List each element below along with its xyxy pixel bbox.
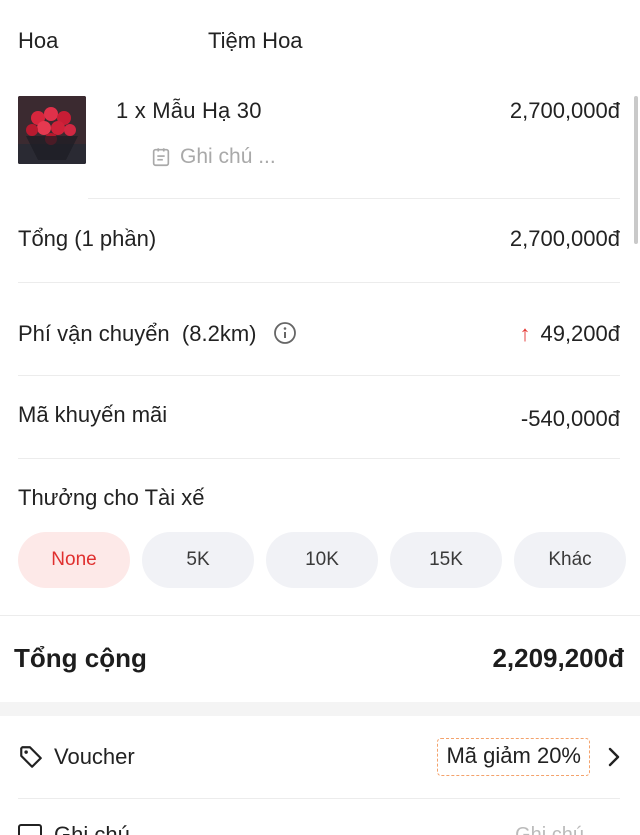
- note-placeholder: Ghi chú ...: [180, 145, 276, 168]
- note-icon: [152, 148, 170, 167]
- promo-value: -540,000đ: [520, 406, 620, 431]
- total-row: Tổng cộng 2,209,200đ: [0, 616, 640, 702]
- tip-option-15k[interactable]: 15K: [390, 532, 502, 588]
- tip-option-none[interactable]: None: [18, 532, 130, 588]
- shipping-label-group: Phí vận chuyển (8.2km): [18, 321, 297, 347]
- voucher-row[interactable]: Voucher Mã giảm 20%: [0, 716, 640, 798]
- calendar-icon: [18, 824, 42, 835]
- shipping-row: Phí vận chuyển (8.2km) ↑ 49,200đ: [0, 283, 640, 375]
- tip-option-other[interactable]: Khác: [514, 532, 626, 588]
- item-price: 2,700,000đ: [509, 98, 620, 123]
- voucher-badge[interactable]: Mã giảm 20%: [437, 738, 590, 776]
- note-button[interactable]: Ghi chú ...: [150, 144, 276, 170]
- note-row-label: Ghi chú: [54, 822, 130, 835]
- tag-icon: [20, 746, 42, 768]
- section-gap: [0, 702, 640, 716]
- cart-item[interactable]: 1 x Mẫu Hạ 30 2,700,000đ Ghi chú ...: [0, 78, 640, 200]
- voucher-label: Voucher: [54, 744, 135, 769]
- subtotal-row: Tổng (1 phần) 2,700,000đ: [0, 200, 640, 282]
- tip-row: Thưởng cho Tài xế: [0, 459, 640, 529]
- shop-name[interactable]: Tiệm Hoa: [208, 28, 303, 54]
- shipping-distance: (8.2km): [181, 321, 257, 346]
- item-name[interactable]: 1 x Mẫu Hạ 30: [116, 98, 262, 124]
- scrollbar[interactable]: [634, 96, 638, 244]
- product-thumbnail[interactable]: [18, 96, 86, 164]
- shipping-value-group: ↑ 49,200đ: [519, 321, 620, 347]
- store-header: Hoa Tiệm Hoa: [0, 0, 640, 78]
- note-row[interactable]: Ghi chú Ghi chú: [0, 798, 640, 835]
- tip-options: None 5K 10K 15K Khác: [18, 532, 640, 592]
- info-icon[interactable]: [273, 321, 297, 345]
- note-row-hint: Ghi chú: [515, 824, 584, 835]
- bouquet-image: [18, 96, 86, 164]
- divider: [88, 198, 620, 199]
- shipping-value: 49,200đ: [540, 321, 620, 346]
- tip-label: Thưởng cho Tài xế: [18, 485, 205, 510]
- category-label: Hoa: [18, 28, 59, 53]
- promo-row: Mã khuyến mãi -540,000đ: [0, 376, 640, 458]
- subtotal-value: 2,700,000đ: [509, 226, 620, 251]
- tip-option-10k[interactable]: 10K: [266, 532, 378, 588]
- tip-option-5k[interactable]: 5K: [142, 532, 254, 588]
- subtotal-label: Tổng (1 phần): [18, 226, 157, 251]
- total-value: 2,209,200đ: [492, 643, 624, 673]
- total-label: Tổng cộng: [14, 643, 147, 673]
- arrow-up-icon: ↑: [519, 321, 531, 346]
- chevron-right-icon[interactable]: [606, 744, 622, 770]
- shipping-label: Phí vận chuyển: [18, 321, 170, 346]
- promo-label: Mã khuyến mãi: [18, 402, 168, 427]
